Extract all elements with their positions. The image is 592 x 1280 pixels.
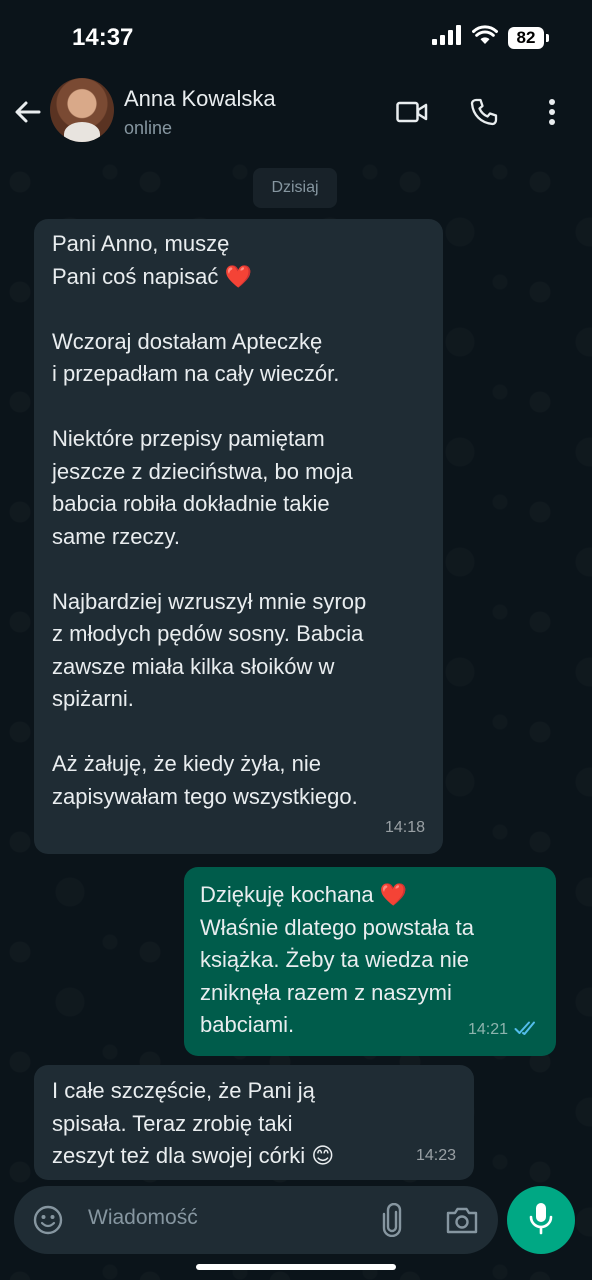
message-line: spiżarni. (52, 686, 134, 711)
message-line: babcia robiła dokładnie takie (52, 491, 330, 516)
status-icons: 82 (432, 25, 549, 50)
heart-emoji: ❤️ (224, 263, 252, 289)
signal-icon (432, 25, 462, 50)
status-bar: 14:37 82 (0, 0, 592, 76)
chat-header: Anna Kowalska online (0, 76, 592, 152)
date-chip: Dzisiaj (253, 168, 337, 208)
incoming-message-bubble[interactable]: I całe szczęście, że Pani ją spisała. Te… (34, 1065, 474, 1180)
emoji-icon[interactable] (28, 1200, 68, 1240)
double-check-icon (514, 1013, 540, 1046)
message-line: spisała. Teraz zrobię taki (52, 1110, 293, 1136)
heart-emoji: ❤️ (379, 882, 408, 907)
message-line: same rzeczy. (52, 523, 180, 549)
avatar[interactable] (50, 78, 114, 142)
video-call-icon[interactable] (392, 92, 432, 132)
contact-name[interactable]: Anna Kowalska (124, 86, 276, 112)
message-time: 14:18 (384, 818, 425, 836)
smile-emoji: 😊 (311, 1143, 335, 1168)
message-line: i przepadłam na cały wieczór. (52, 361, 340, 386)
more-vert-icon[interactable] (532, 92, 572, 132)
message-time: 14:23 (415, 1146, 456, 1164)
mic-button[interactable] (507, 1186, 575, 1254)
avatar-shirt (64, 122, 100, 142)
message-line: zeszyt też dla swojej córki 😊 (52, 1143, 335, 1168)
message-line: zapisywałam tego wszystkiego. (52, 783, 358, 809)
message-line: Najbardziej wzruszył mnie syrop (52, 588, 367, 614)
status-time: 14:37 (72, 24, 134, 51)
message-input[interactable]: Wiadomość (88, 1206, 198, 1230)
camera-icon[interactable] (442, 1200, 482, 1240)
message-line: zawsze miała kilka słoików w (52, 653, 335, 679)
chat-screen: 14:37 82 Anna Kowalska online Dzisiaj Pa… (0, 0, 592, 1280)
phone-icon[interactable] (464, 92, 504, 132)
message-line: Dziękuję kochana ❤️ (200, 882, 408, 907)
message-time: 14:21 (467, 1020, 508, 1038)
message-line: Niektóre przepisy pamiętam (52, 426, 325, 451)
home-indicator[interactable] (196, 1264, 396, 1270)
message-line: książka. Żeby ta wiedza nie (200, 947, 470, 972)
attach-icon[interactable] (372, 1200, 412, 1240)
message-line: I całe szczęście, że Pani ją (52, 1078, 315, 1103)
message-line: Pani coś napisać ❤️ (52, 263, 252, 289)
contact-status: online (124, 118, 173, 138)
mic-icon (528, 1201, 554, 1240)
message-line: Aż żałuję, że kiedy żyła, nie (52, 751, 322, 776)
message-line: zniknęła razem z naszymi (200, 979, 452, 1005)
message-line: Wczoraj dostałam Apteczkę (52, 328, 323, 354)
back-arrow-icon[interactable] (10, 94, 46, 130)
message-line: Pani Anno, muszę (52, 231, 230, 256)
wifi-icon (472, 25, 498, 50)
message-line: z młodych pędów sosny. Babcia (52, 621, 364, 646)
message-line: Właśnie dlatego powstała ta (200, 914, 474, 940)
outgoing-message-bubble[interactable]: Dziękuję kochana ❤️ Właśnie dlatego pows… (184, 867, 556, 1056)
battery-icon: 82 (508, 26, 549, 49)
message-input-bar: Wiadomość (14, 1186, 498, 1254)
message-line: jeszcze z dzieciństwa, bo moja (52, 458, 353, 484)
incoming-message-bubble[interactable]: Pani Anno, muszę Pani coś napisać ❤️ Wcz… (34, 219, 443, 854)
